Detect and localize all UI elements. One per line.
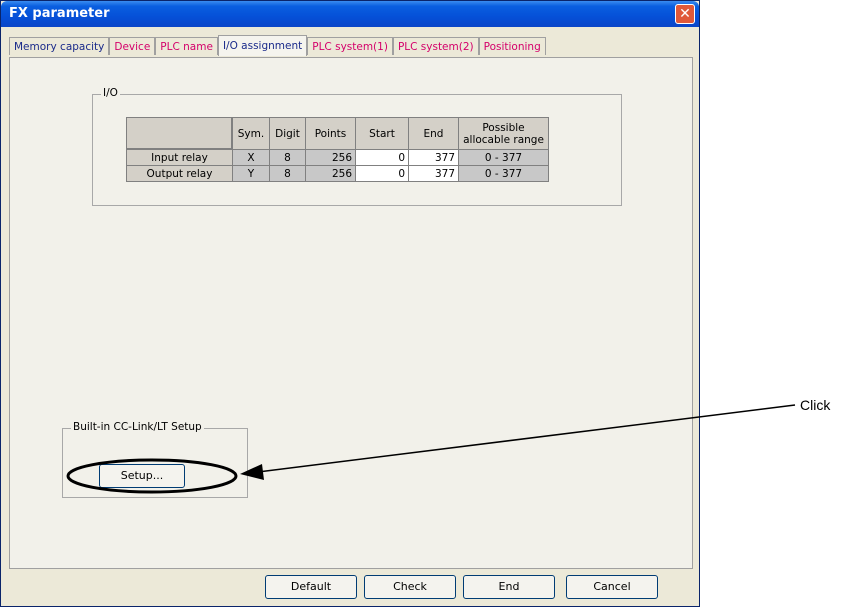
col-header-digit: Digit: [269, 117, 306, 150]
output-end-field[interactable]: 377: [408, 165, 459, 182]
output-sym: Y: [232, 165, 270, 182]
tab-plc-system-2[interactable]: PLC system(2): [392, 37, 479, 55]
input-range: 0 - 377: [458, 149, 549, 166]
input-end-field[interactable]: 377: [408, 149, 459, 166]
cclink-setup-button[interactable]: Setup...: [99, 464, 185, 488]
close-icon[interactable]: ✕: [675, 4, 695, 24]
output-start-field[interactable]: 0: [355, 165, 409, 182]
table-corner: [126, 117, 233, 150]
output-points: 256: [305, 165, 356, 182]
tab-device[interactable]: Device: [109, 37, 156, 55]
default-button[interactable]: Default: [265, 575, 357, 599]
table-row: Output relay Y 8 256 0 377 0 - 377: [126, 165, 549, 182]
title-bar: FX parameter ✕: [1, 1, 699, 27]
input-points: 256: [305, 149, 356, 166]
range-header-line2: allocable range: [463, 133, 544, 146]
window-title: FX parameter: [9, 6, 110, 21]
input-digit: 8: [269, 149, 306, 166]
io-assignment-table: Sym. Digit Points Start End Possible all…: [126, 117, 549, 182]
tab-memory-capacity[interactable]: Memory capacity: [9, 37, 110, 55]
range-header-line1: Possible: [482, 121, 525, 134]
col-header-sym: Sym.: [232, 117, 270, 150]
cancel-button[interactable]: Cancel: [566, 575, 658, 599]
input-relay-label: Input relay: [126, 149, 233, 166]
col-header-range: Possible allocable range: [458, 117, 549, 150]
output-range: 0 - 377: [458, 165, 549, 182]
io-group-label: I/O: [101, 87, 120, 99]
check-button[interactable]: Check: [364, 575, 456, 599]
input-sym: X: [232, 149, 270, 166]
end-button[interactable]: End: [463, 575, 555, 599]
tab-plc-name[interactable]: PLC name: [155, 37, 218, 55]
cclink-group-label: Built-in CC-Link/LT Setup: [71, 421, 204, 433]
output-digit: 8: [269, 165, 306, 182]
table-row: Input relay X 8 256 0 377 0 - 377: [126, 149, 549, 166]
fx-parameter-dialog: FX parameter ✕ Memory capacity Device PL…: [0, 0, 700, 607]
col-header-start: Start: [355, 117, 409, 150]
tab-positioning[interactable]: Positioning: [478, 37, 546, 55]
col-header-points: Points: [305, 117, 356, 150]
col-header-end: End: [408, 117, 459, 150]
input-start-field[interactable]: 0: [355, 149, 409, 166]
click-annotation: Click: [800, 397, 831, 413]
output-relay-label: Output relay: [126, 165, 233, 182]
tab-io-assignment[interactable]: I/O assignment: [217, 35, 308, 56]
tab-plc-system-1[interactable]: PLC system(1): [307, 37, 393, 55]
tab-strip: Memory capacity Device PLC name I/O assi…: [9, 35, 546, 57]
